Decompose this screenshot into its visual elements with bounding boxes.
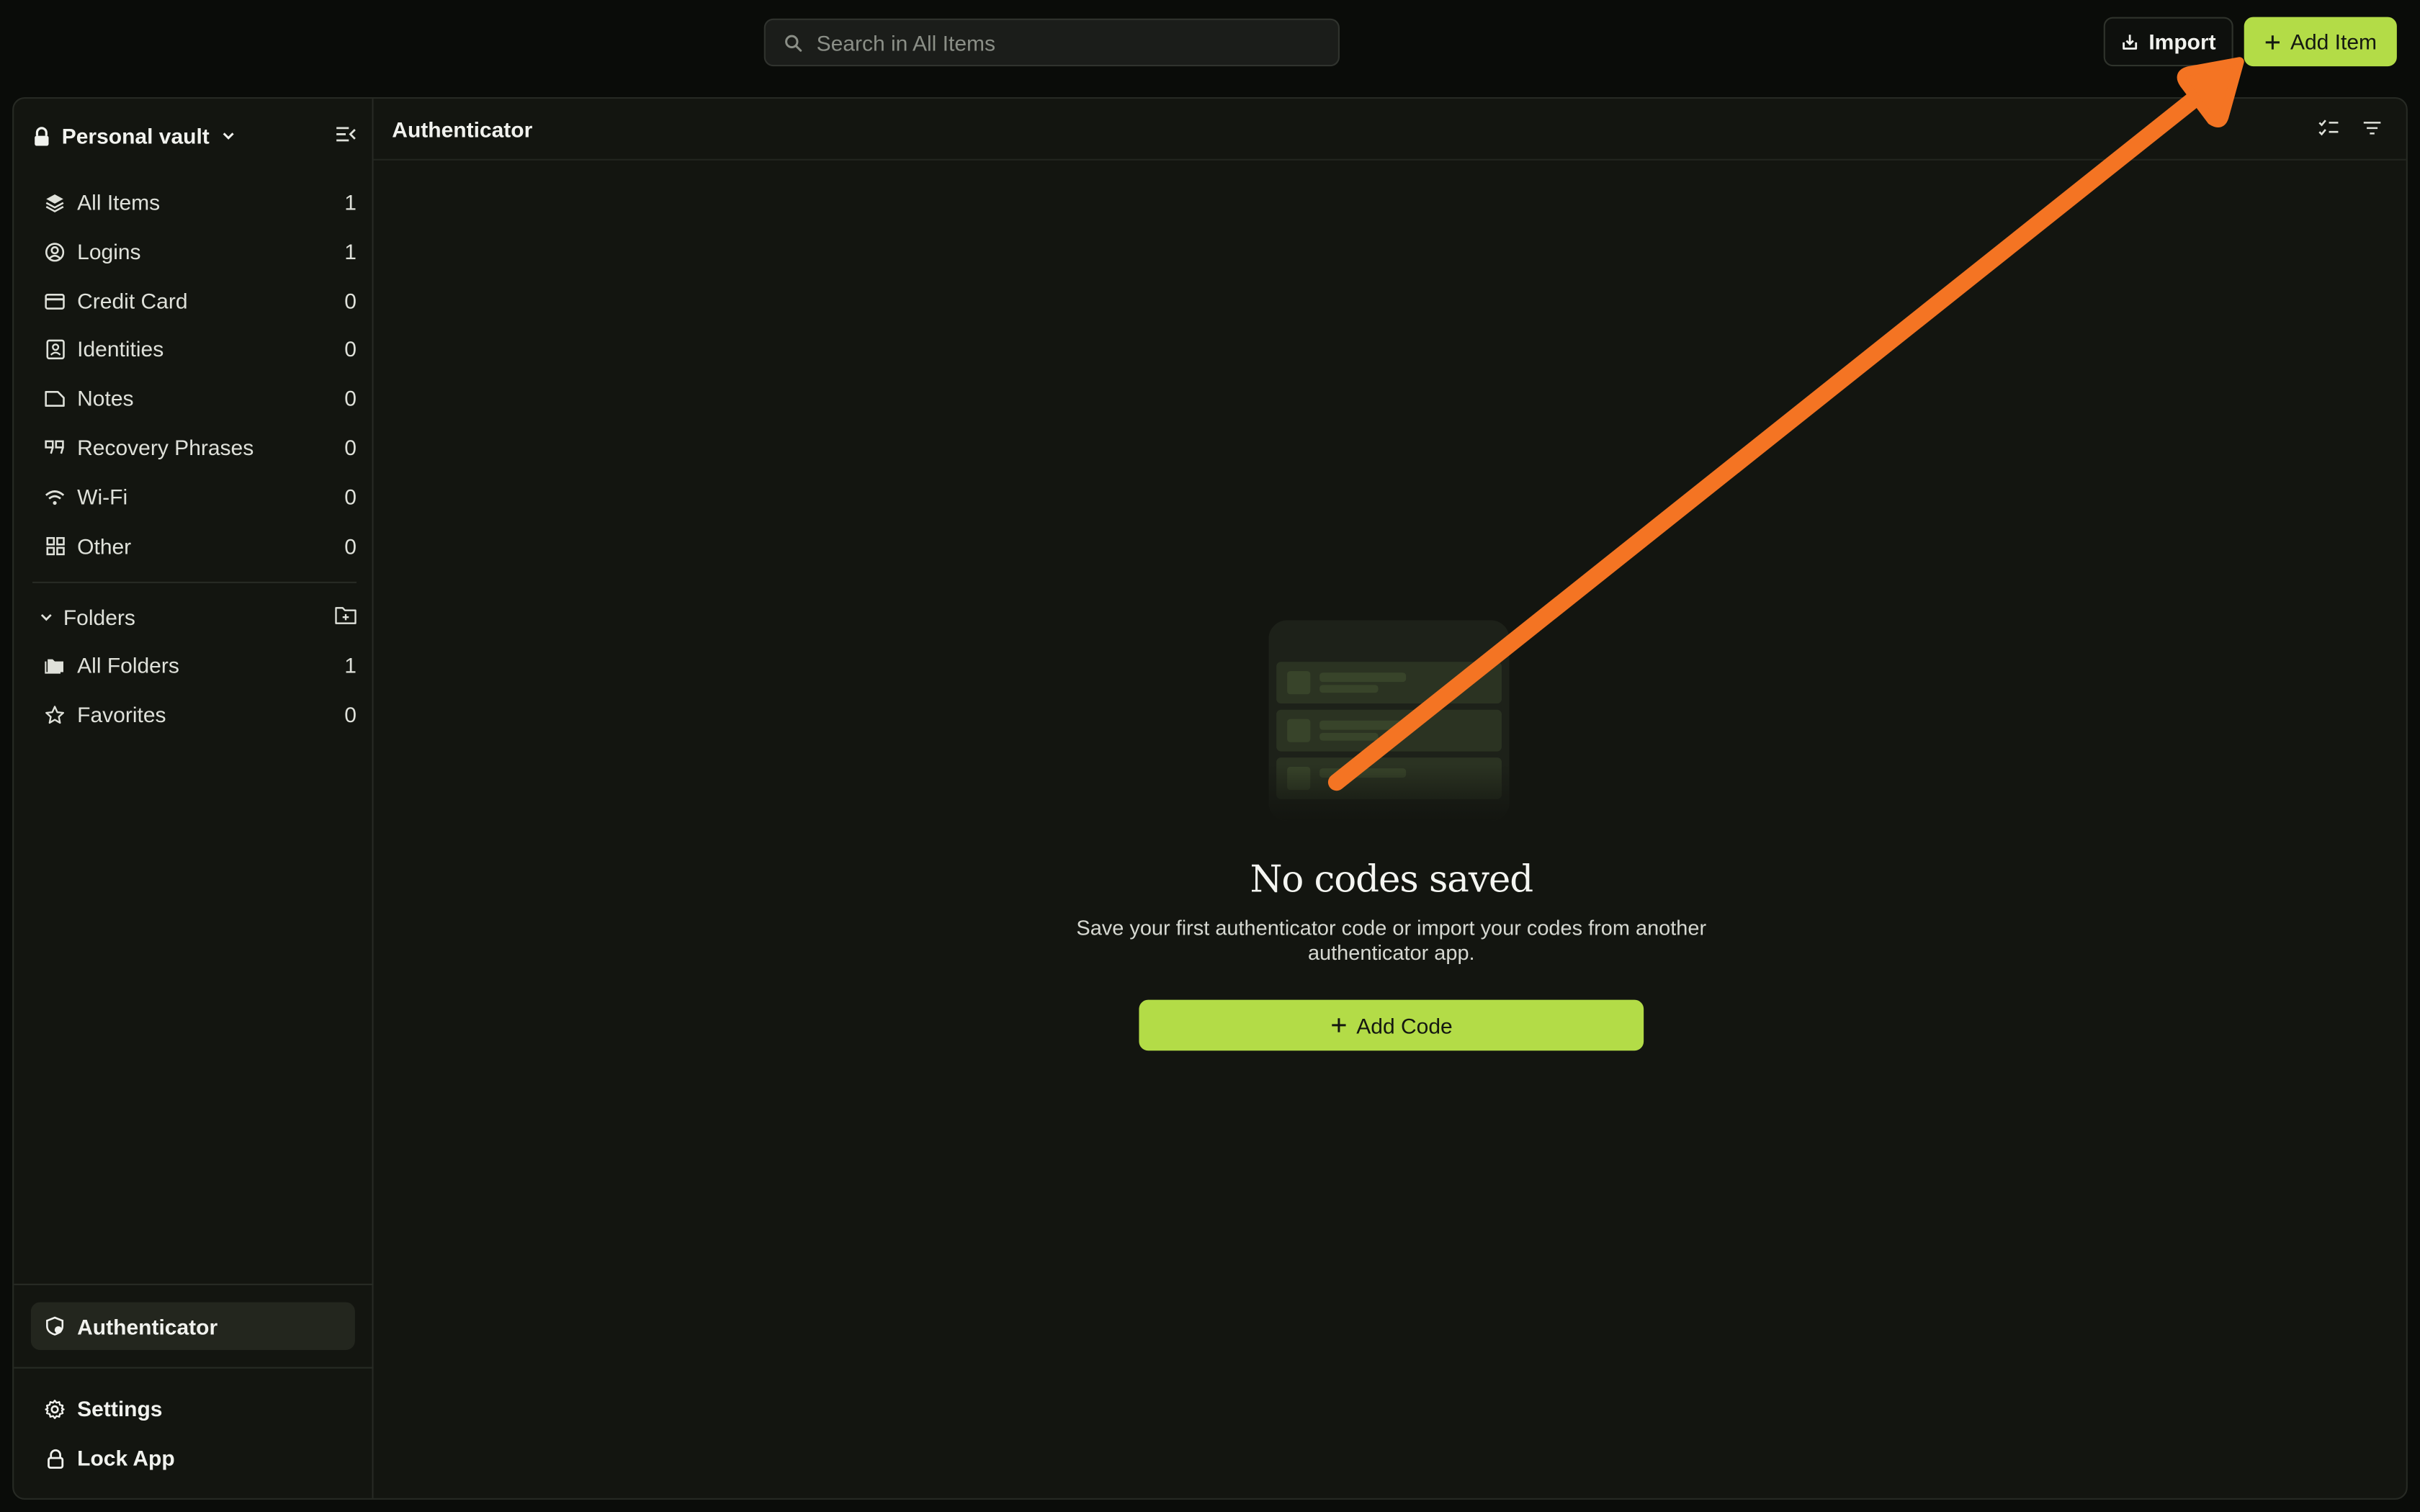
page-title: Authenticator	[392, 117, 533, 143]
empty-state-illustration	[1268, 620, 1510, 821]
main-panel: Authenticator No codes saved Save your f…	[373, 99, 2406, 1498]
sidebar: Personal vault All Items 1 Logins 1 Cred…	[14, 99, 374, 1498]
add-folder-icon[interactable]	[335, 606, 357, 625]
item-count: 0	[344, 484, 357, 510]
note-icon	[45, 388, 65, 408]
sidebar-item-label: Credit Card	[77, 288, 188, 313]
sidebar-divider	[14, 1367, 374, 1369]
item-count: 1	[344, 189, 357, 215]
folders-icon	[45, 655, 65, 675]
sidebar-item-all-folders[interactable]: All Folders 1	[32, 644, 357, 687]
sidebar-item-label: Identities	[77, 336, 164, 361]
item-count: 0	[344, 288, 357, 313]
main-header: Authenticator	[373, 99, 2406, 161]
settings-label: Settings	[77, 1396, 163, 1421]
gear-icon	[45, 1398, 65, 1418]
sidebar-item-all-items[interactable]: All Items 1	[32, 181, 357, 224]
filter-icon[interactable]	[2363, 119, 2382, 138]
chevron-down-icon	[223, 132, 233, 140]
import-icon	[2123, 35, 2138, 50]
lock-app-button[interactable]: Lock App	[32, 1436, 357, 1480]
item-count: 0	[344, 385, 357, 410]
settings-button[interactable]: Settings	[32, 1387, 357, 1430]
chevron-down-icon	[40, 613, 52, 621]
star-icon	[45, 704, 65, 724]
sidebar-item-wifi[interactable]: Wi-Fi 0	[32, 475, 357, 518]
sidebar-item-other[interactable]: Other 0	[32, 525, 357, 568]
sidebar-divider	[14, 1283, 374, 1285]
item-count: 0	[344, 435, 357, 460]
add-item-label: Add Item	[2290, 29, 2378, 54]
sidebar-item-notes[interactable]: Notes 0	[32, 377, 357, 420]
authenticator-label: Authenticator	[77, 1313, 218, 1338]
add-code-button[interactable]: Add Code	[1139, 999, 1644, 1051]
plus-icon	[1331, 1018, 1346, 1032]
authenticator-icon	[46, 1316, 64, 1336]
sidebar-item-label: Recovery Phrases	[77, 435, 254, 460]
sidebar-item-label: All Folders	[77, 652, 179, 678]
checklist-icon[interactable]	[2318, 119, 2340, 138]
add-code-label: Add Code	[1356, 1012, 1453, 1038]
empty-state-title: No codes saved	[1250, 858, 1533, 901]
collapse-sidebar-icon[interactable]	[335, 123, 357, 145]
plus-icon	[2265, 35, 2280, 49]
folders-label: Folders	[63, 605, 135, 630]
credit-card-icon	[45, 291, 65, 311]
sidebar-divider	[32, 581, 357, 583]
sidebar-item-favorites[interactable]: Favorites 0	[32, 693, 357, 736]
sidebar-item-label: Favorites	[77, 701, 166, 727]
layers-icon	[45, 192, 65, 212]
vault-selector[interactable]: Personal vault	[32, 117, 357, 154]
sidebar-item-label: Logins	[77, 239, 141, 264]
item-count: 0	[344, 534, 357, 559]
app-window: Personal vault All Items 1 Logins 1 Cred…	[12, 97, 2408, 1500]
search-input[interactable]	[816, 30, 1311, 55]
item-count: 1	[344, 652, 357, 678]
item-count: 0	[344, 336, 357, 361]
sidebar-item-recovery-phrases[interactable]: Recovery Phrases 0	[32, 426, 357, 469]
sidebar-item-label: Notes	[77, 385, 134, 410]
add-item-button[interactable]: Add Item	[2244, 17, 2397, 67]
id-badge-icon	[45, 338, 65, 359]
sidebar-item-authenticator[interactable]: Authenticator	[30, 1302, 355, 1350]
lock-app-label: Lock App	[77, 1445, 175, 1471]
grid-icon	[45, 536, 65, 557]
user-circle-icon	[45, 241, 65, 261]
search-icon	[785, 34, 802, 51]
item-count: 1	[344, 239, 357, 264]
folders-header[interactable]: Folders	[32, 598, 357, 635]
sidebar-item-label: Wi-Fi	[77, 484, 128, 510]
wifi-icon	[45, 487, 65, 507]
lock-icon	[45, 1448, 65, 1468]
import-button[interactable]: Import	[2103, 17, 2233, 67]
top-bar: Import Add Item	[0, 0, 2420, 86]
sidebar-item-label: All Items	[77, 189, 161, 215]
quote-icon	[45, 438, 65, 458]
sidebar-item-identities[interactable]: Identities 0	[32, 327, 357, 370]
sidebar-item-label: Other	[77, 534, 132, 559]
search-box[interactable]	[763, 18, 1340, 67]
import-label: Import	[2148, 29, 2216, 54]
lock-icon	[35, 126, 49, 145]
sidebar-item-logins[interactable]: Logins 1	[32, 230, 357, 273]
sidebar-item-credit-card[interactable]: Credit Card 0	[32, 279, 357, 323]
item-count: 0	[344, 701, 357, 727]
empty-state-subtitle: Save your first authenticator code or im…	[1076, 916, 1707, 965]
vault-name: Personal vault	[61, 123, 210, 148]
